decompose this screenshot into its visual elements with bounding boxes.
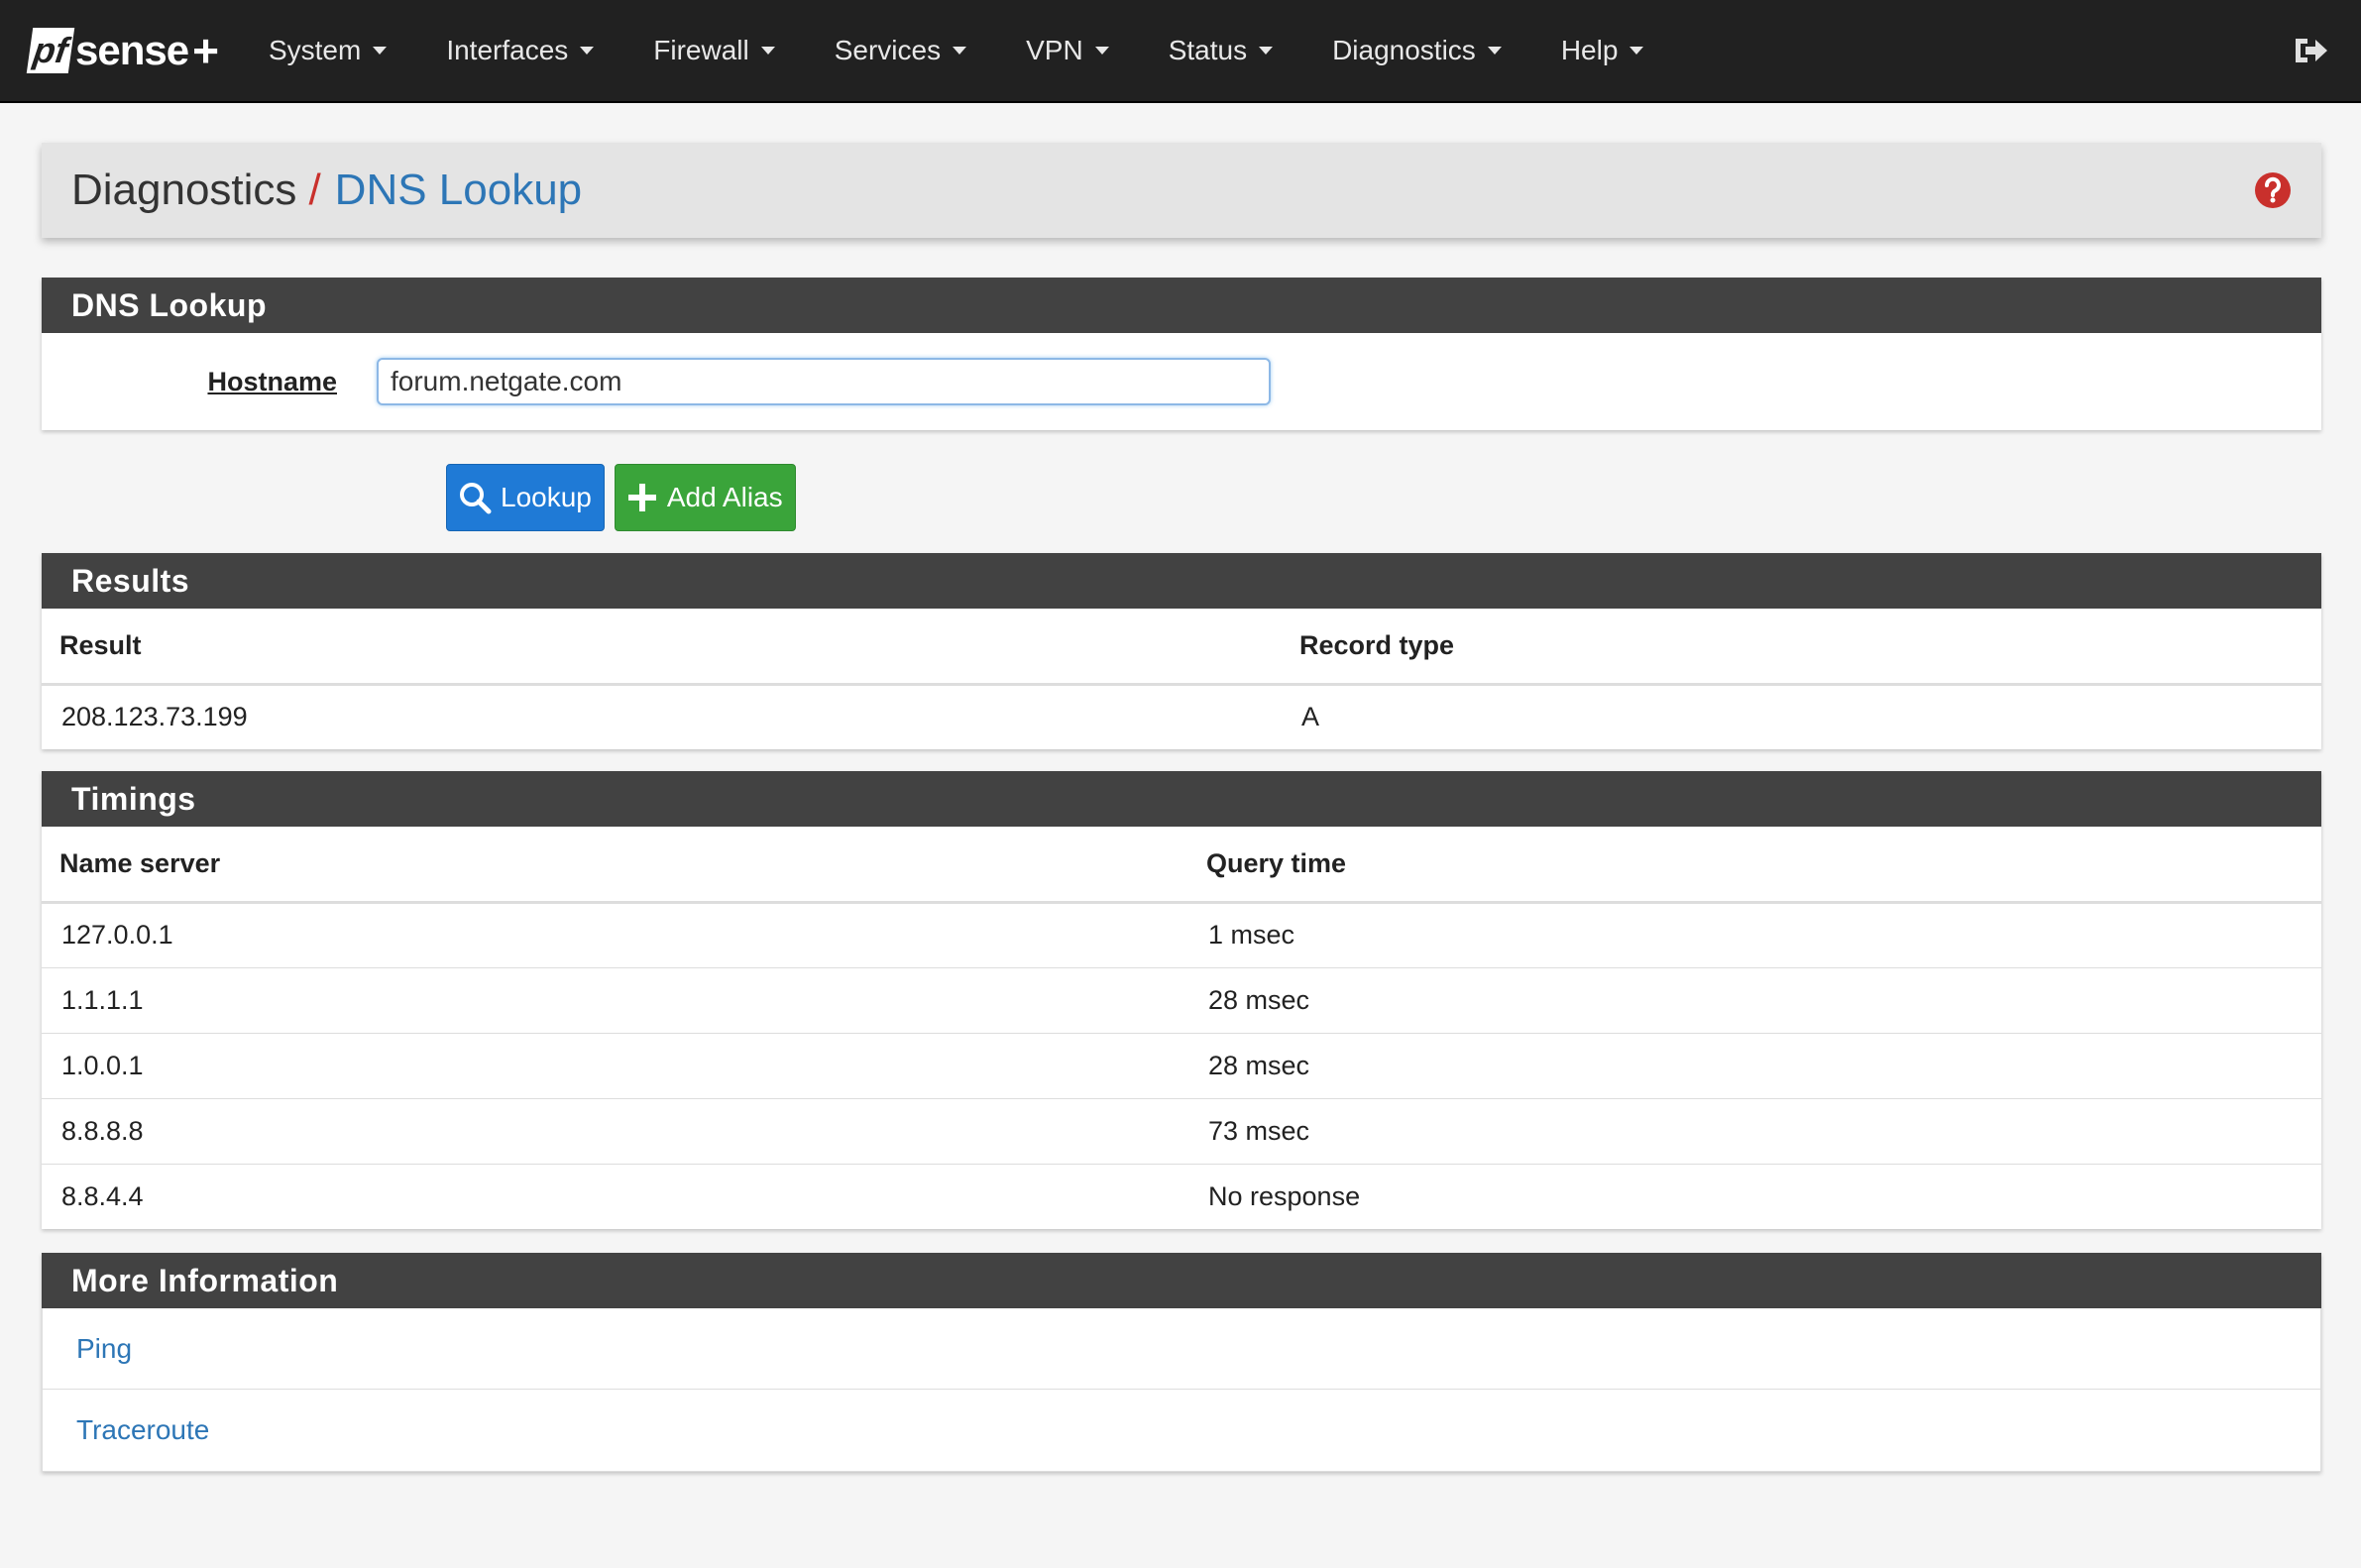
breadcrumb-current[interactable]: DNS Lookup: [335, 166, 582, 215]
table-row: 1.0.0.1 28 msec: [42, 1032, 2321, 1098]
caret-down-icon: [1259, 47, 1274, 55]
traceroute-link[interactable]: Traceroute: [43, 1390, 2320, 1471]
caret-down-icon: [1630, 47, 1644, 55]
logo-sense: sense: [74, 27, 189, 73]
logo-pf: pf: [26, 28, 75, 73]
record-type-value: A: [1301, 702, 1320, 732]
add-alias-button[interactable]: Add Alias: [614, 464, 796, 531]
name-server: 8.8.4.4: [42, 1163, 1188, 1229]
search-icon: [460, 483, 492, 514]
results-panel: Results Result Record type 208.123.73.19…: [42, 553, 2321, 749]
timings-heading: Timings: [42, 771, 2321, 827]
caret-down-icon: [373, 47, 388, 55]
query-time: 28 msec: [1188, 1032, 2321, 1098]
table-row: 208.123.73.199 A: [42, 684, 2321, 749]
name-server: 8.8.8.8: [42, 1097, 1188, 1164]
result-value: 208.123.73.199: [61, 702, 248, 732]
query-time: 73 msec: [1188, 1097, 2321, 1164]
nav-help-label: Help: [1560, 35, 1619, 65]
nav-vpn-label: VPN: [1026, 35, 1083, 65]
nav-diagnostics-label: Diagnostics: [1332, 35, 1476, 65]
main-menu: System Interfaces Firewall Services VPN …: [263, 0, 1697, 101]
nav-help[interactable]: Help: [1555, 0, 1650, 101]
nav-diagnostics[interactable]: Diagnostics: [1326, 0, 1508, 101]
table-row: 127.0.0.1 1 msec: [42, 902, 2321, 967]
timings-panel: Timings Name server Query time 127.0.0.1…: [42, 771, 2321, 1229]
more-information-heading: More Information: [42, 1253, 2321, 1308]
name-server: 127.0.0.1: [61, 920, 173, 950]
query-time: 1 msec: [1208, 920, 1295, 950]
caret-down-icon: [580, 47, 595, 55]
action-buttons: Lookup Add Alias: [446, 464, 2361, 531]
dns-lookup-panel: DNS Lookup Hostname: [42, 278, 2321, 430]
nav-firewall[interactable]: Firewall: [647, 0, 780, 101]
nav-services-label: Services: [834, 35, 942, 65]
nav-interfaces-label: Interfaces: [446, 35, 569, 65]
timings-header-name-server: Name server: [42, 827, 1188, 904]
nav-status[interactable]: Status: [1163, 0, 1279, 101]
plus-icon: [627, 484, 656, 511]
timings-header-query-time: Query time: [1188, 827, 2321, 904]
nav-system-label: System: [268, 35, 362, 65]
nav-services[interactable]: Services: [829, 0, 972, 101]
table-row: 1.1.1.1 28 msec: [42, 966, 2321, 1033]
nav-vpn[interactable]: VPN: [1020, 0, 1115, 101]
caret-down-icon: [760, 47, 775, 55]
caret-down-icon: [953, 47, 967, 55]
breadcrumb-root: Diagnostics: [71, 166, 297, 214]
results-header-record-type: Record type: [1282, 609, 2321, 686]
query-time: 28 msec: [1188, 966, 2321, 1033]
table-row: 8.8.4.4 No response: [42, 1163, 2321, 1229]
hostname-row: Hostname: [42, 333, 2321, 430]
lookup-button[interactable]: Lookup: [446, 464, 605, 531]
more-information-panel: More Information Ping Traceroute: [42, 1253, 2321, 1472]
table-row: 8.8.8.8 73 msec: [42, 1097, 2321, 1164]
nav-system[interactable]: System: [263, 0, 393, 101]
query-time: No response: [1188, 1163, 2321, 1229]
hostname-input[interactable]: [377, 358, 1271, 405]
results-table: Result Record type 208.123.73.199 A: [42, 609, 2321, 749]
top-navbar: pf sense + System Interfaces Firewall Se…: [0, 0, 2361, 103]
logo-plus: +: [192, 25, 219, 76]
nav-firewall-label: Firewall: [653, 35, 749, 65]
nav-interfaces[interactable]: Interfaces: [440, 0, 600, 101]
pfsense-logo[interactable]: pf sense +: [26, 24, 219, 77]
timings-table: Name server Query time 127.0.0.1 1 msec …: [42, 827, 2321, 1229]
question-circle-icon[interactable]: [2254, 171, 2292, 209]
breadcrumb-separator: /: [308, 166, 321, 214]
name-server: 1.1.1.1: [42, 966, 1188, 1033]
results-heading: Results: [42, 553, 2321, 609]
dns-lookup-heading: DNS Lookup: [42, 278, 2321, 333]
breadcrumb: Diagnostics / DNS Lookup: [42, 143, 2321, 238]
ping-link[interactable]: Ping: [43, 1308, 2320, 1390]
hostname-label: Hostname: [207, 366, 337, 396]
lookup-button-label: Lookup: [501, 482, 592, 512]
sign-out-icon[interactable]: [2292, 31, 2331, 70]
name-server: 1.0.0.1: [42, 1032, 1188, 1098]
nav-status-label: Status: [1168, 35, 1248, 65]
more-information-links: Ping Traceroute: [42, 1308, 2321, 1472]
caret-down-icon: [1094, 47, 1109, 55]
results-header-result: Result: [42, 609, 1282, 686]
caret-down-icon: [1487, 47, 1502, 55]
add-alias-button-label: Add Alias: [666, 482, 783, 512]
